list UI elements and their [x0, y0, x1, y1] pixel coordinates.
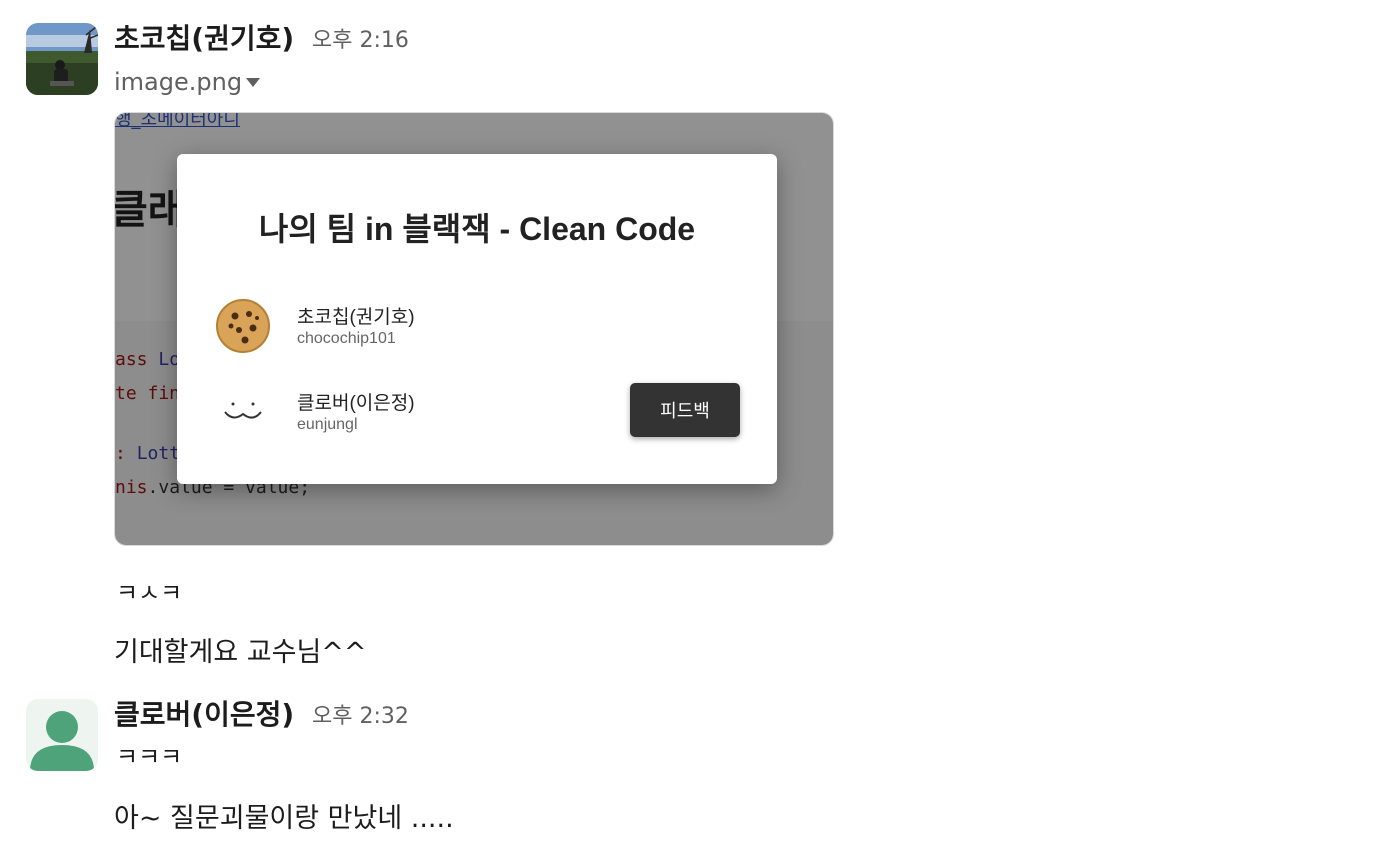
chevron-down-icon[interactable] [246, 78, 260, 87]
message-text: 기대할게요 교수님^^ [114, 637, 367, 668]
team-modal: 나의 팀 in 블랙잭 - Clean Code 초코칩(권기호) chococ… [177, 154, 777, 484]
message-author[interactable]: 초코칩(권기호) [114, 22, 294, 56]
avatar[interactable] [26, 699, 98, 771]
message-timestamp[interactable]: 오후 2:16 [312, 26, 409, 56]
message-text: 아~ 질문괴물이랑 만났네 ..... [114, 803, 454, 834]
member-id: chocochip101 [297, 330, 396, 347]
cookie-icon [216, 299, 270, 353]
message-text: ㅋㅅㅋ [116, 579, 183, 607]
modal-title: 나의 팀 in 블랙잭 - Clean Code [258, 211, 696, 247]
default-user-icon [30, 711, 94, 771]
image-attachment[interactable]: 행_조메이터아니 클래 ass Lo te fin : Lott nis.val… [114, 112, 834, 546]
message-text: ㅋㅋㅋ [116, 743, 183, 771]
feedback-button[interactable]: 피드백 [630, 383, 740, 437]
member-name: 클로버(이은정) [297, 393, 415, 414]
avatar[interactable] [26, 23, 98, 95]
message-author[interactable]: 클로버(이은정) [114, 698, 294, 732]
smile-face-icon [224, 402, 262, 419]
member-name: 초코칩(권기호) [297, 307, 415, 328]
landscape-photo-icon [26, 23, 98, 95]
team-member-row: 초코칩(권기호) chocochip101 [177, 296, 777, 356]
message-2: 클로버(이은정) 오후 2:32 ㅋㅋㅋ 아~ 질문괴물이랑 만났네 ..... [0, 680, 1390, 866]
file-name[interactable]: image.png [114, 67, 242, 97]
message-1: 초코칩(권기호) 오후 2:16 image.png 행_조메이터아니 클래 a… [0, 0, 1390, 680]
message-timestamp[interactable]: 오후 2:32 [312, 702, 409, 732]
member-id: eunjungl [297, 416, 358, 433]
